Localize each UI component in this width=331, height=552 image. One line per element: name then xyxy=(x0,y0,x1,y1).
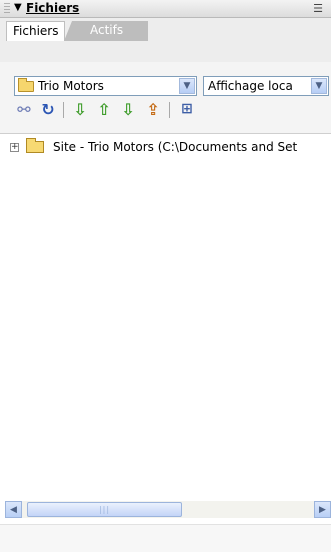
triangle-down-icon[interactable]: ▼ xyxy=(14,2,22,13)
toolbar-area xyxy=(0,62,331,134)
expand-view-icon[interactable]: ⊞ xyxy=(177,99,197,119)
chevron-down-icon[interactable]: ▼ xyxy=(179,78,195,94)
get-icon[interactable]: ⇩ xyxy=(70,99,90,119)
scroll-thumb[interactable]: ||| xyxy=(27,502,182,517)
tree-item-label[interactable]: Site - Trio Motors (C:\Documents and Set xyxy=(53,140,297,154)
view-select-value: Affichage loca xyxy=(208,79,293,93)
toolbar-separator xyxy=(169,102,170,118)
refresh-icon[interactable]: ↻ xyxy=(38,99,58,119)
tab-fichiers[interactable]: Fichiers xyxy=(6,21,66,41)
status-bar xyxy=(0,524,331,552)
scroll-right-icon[interactable]: ▶ xyxy=(314,501,331,518)
view-select[interactable]: Affichage loca ▼ xyxy=(203,76,329,96)
folder-icon xyxy=(26,138,44,153)
tree-row-site[interactable]: + Site - Trio Motors (C:\Documents and S… xyxy=(10,138,297,156)
expand-plus-icon[interactable]: + xyxy=(10,142,19,152)
toolbar-separator xyxy=(63,102,64,118)
scroll-left-icon[interactable]: ◀ xyxy=(5,501,22,518)
file-toolbar: ⚯ ↻ ⇩ ⇧ ⇩ ⇪ ⊞ xyxy=(14,99,314,121)
chevron-down-icon[interactable]: ▼ xyxy=(311,78,327,94)
site-select-value: Trio Motors xyxy=(38,79,104,93)
grip-handle[interactable] xyxy=(4,3,10,15)
panel-header[interactable]: ▼ Fichiers ☰ xyxy=(0,0,331,18)
put-icon[interactable]: ⇧ xyxy=(94,99,114,119)
horizontal-scrollbar[interactable]: ◀ ||| ▶ xyxy=(5,501,331,518)
panel-options-icon[interactable]: ☰ xyxy=(313,2,323,15)
connect-icon[interactable]: ⚯ xyxy=(14,99,34,119)
site-select[interactable]: Trio Motors ▼ xyxy=(14,76,197,96)
panel-title[interactable]: Fichiers xyxy=(26,1,79,15)
folder-icon xyxy=(18,77,34,92)
check-out-icon[interactable]: ⇩ xyxy=(118,99,138,119)
check-in-icon[interactable]: ⇪ xyxy=(143,99,163,119)
tab-actifs[interactable]: Actifs xyxy=(64,21,148,41)
